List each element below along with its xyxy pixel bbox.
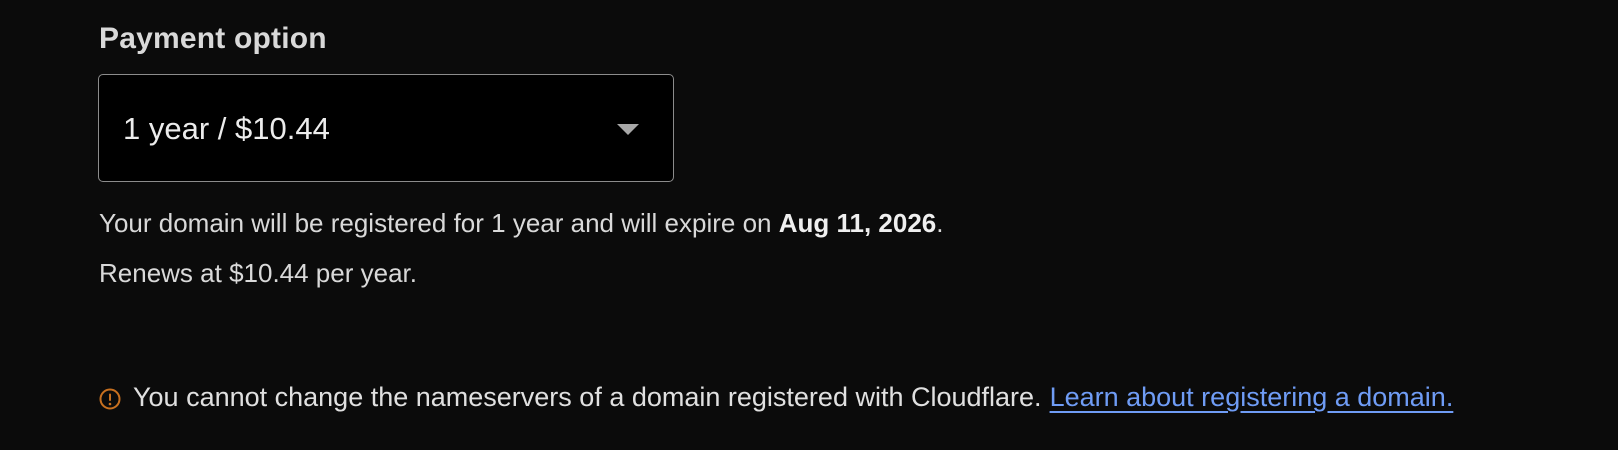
expiry-date: Aug 11, 2026	[778, 208, 937, 238]
learn-registering-domain-link[interactable]: Learn about registering a domain.	[1050, 382, 1454, 413]
registration-suffix: .	[936, 208, 944, 238]
payment-option-label: Payment option	[99, 22, 327, 55]
registration-details: Your domain will be registered for 1 yea…	[99, 208, 944, 239]
chevron-down-icon	[617, 124, 639, 135]
renewal-details: Renews at $10.44 per year.	[99, 258, 417, 288]
nameserver-notice: You cannot change the nameservers of a d…	[99, 382, 1453, 413]
payment-option-selected-value: 1 year / $10.44	[123, 111, 330, 146]
notice-text: You cannot change the nameservers of a d…	[133, 382, 1042, 412]
registration-text: Your domain will be registered for 1 yea…	[99, 208, 779, 238]
payment-option-select[interactable]: 1 year / $10.44	[98, 74, 674, 182]
warning-circle-icon	[99, 386, 121, 409]
